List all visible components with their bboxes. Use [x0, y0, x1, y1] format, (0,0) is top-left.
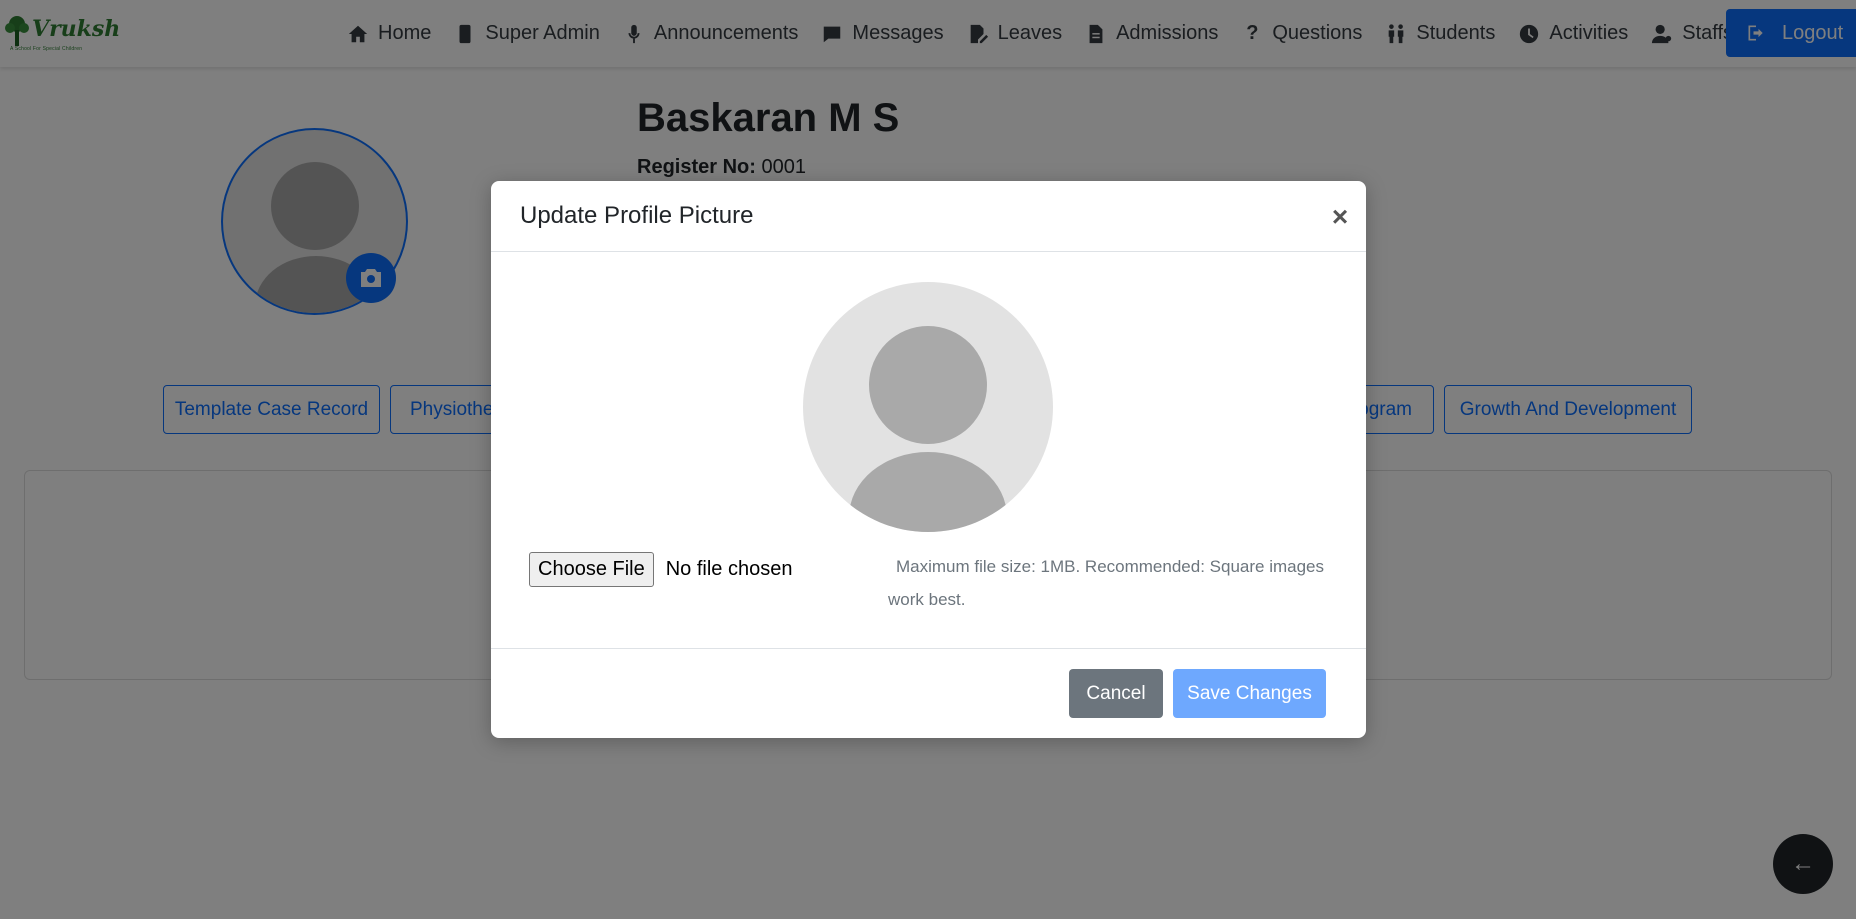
- modal-footer: Cancel Save Changes: [491, 648, 1366, 738]
- avatar-head: [869, 326, 987, 444]
- modal-body: Choose File No file chosen Maximum file …: [491, 252, 1366, 648]
- file-help-text: Maximum file size: 1MB. Recommended: Squ…: [888, 557, 1324, 609]
- save-changes-button[interactable]: Save Changes: [1173, 669, 1326, 718]
- update-profile-picture-modal: Update Profile Picture × Choose File No …: [491, 181, 1366, 738]
- avatar-preview: [803, 282, 1053, 532]
- cancel-button[interactable]: Cancel: [1069, 669, 1163, 718]
- choose-file-button[interactable]: Choose File: [529, 552, 654, 587]
- file-status-text: No file chosen: [665, 558, 793, 580]
- avatar-body: [849, 452, 1007, 532]
- modal-title: Update Profile Picture: [520, 202, 754, 229]
- file-input[interactable]: Choose File No file chosen: [529, 552, 792, 587]
- close-icon[interactable]: ×: [1328, 203, 1352, 231]
- modal-header: Update Profile Picture ×: [491, 181, 1366, 252]
